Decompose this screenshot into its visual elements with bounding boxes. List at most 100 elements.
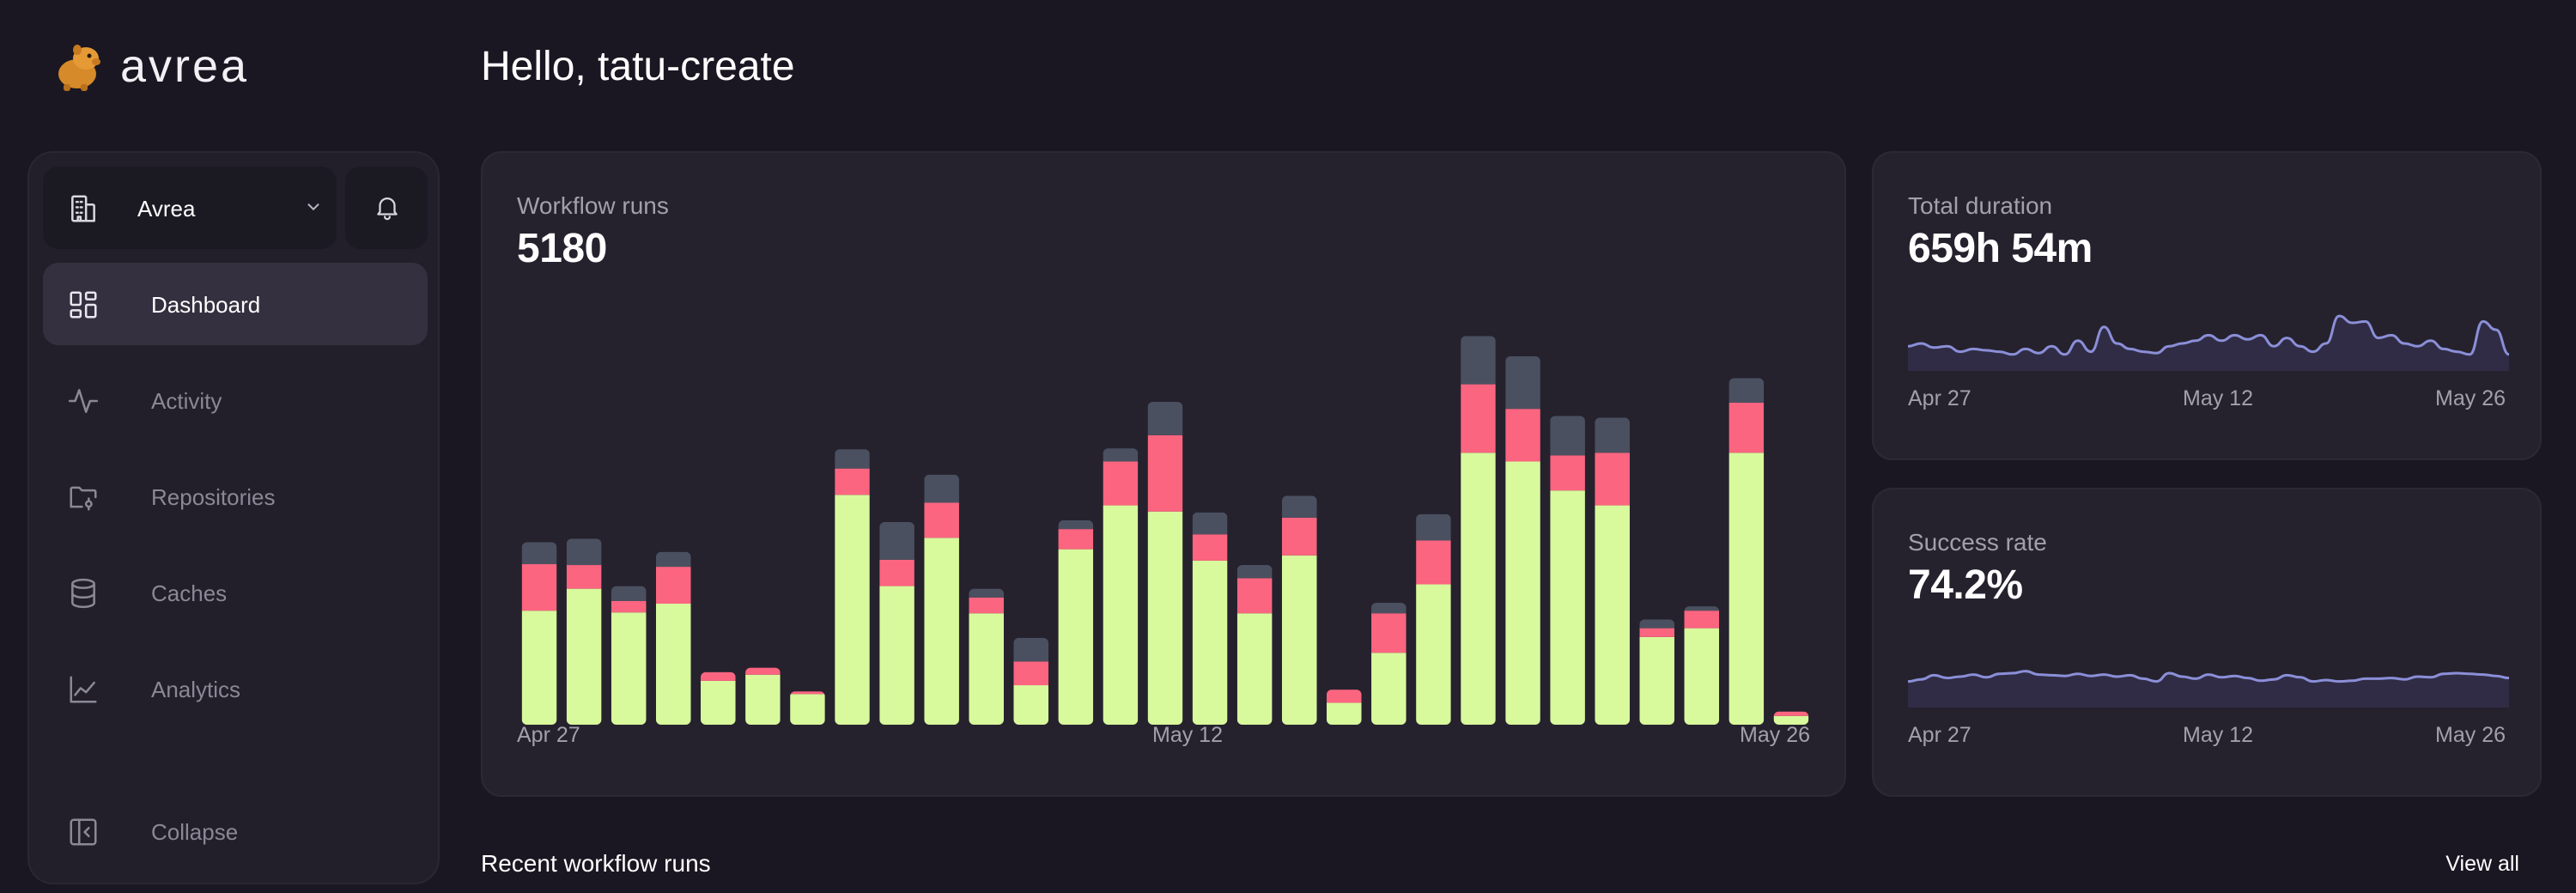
organization-name: Avrea bbox=[137, 196, 196, 222]
bar[interactable] bbox=[1416, 513, 1451, 725]
bar[interactable] bbox=[745, 667, 781, 725]
bar[interactable] bbox=[1550, 416, 1585, 725]
success-segment bbox=[655, 604, 691, 725]
bar[interactable] bbox=[835, 449, 870, 725]
cancelled-segment bbox=[1192, 512, 1228, 535]
repositories-icon bbox=[70, 486, 97, 511]
failure-segment bbox=[1103, 461, 1139, 506]
failure-segment bbox=[1236, 578, 1273, 614]
success-segment bbox=[969, 613, 1005, 725]
sidebar-item-activity[interactable]: Activity bbox=[43, 359, 428, 441]
success-segment bbox=[1728, 453, 1765, 725]
workflow-runs-card: Workflow runs 5180 Apr 27 May 12 May 26 bbox=[481, 151, 1846, 797]
bar[interactable] bbox=[969, 588, 1005, 725]
cancelled-segment bbox=[835, 449, 870, 469]
bar[interactable] bbox=[1236, 565, 1273, 725]
dashboard-icon bbox=[70, 291, 97, 319]
sidebar-item-repositories[interactable]: Repositories bbox=[43, 455, 428, 538]
success-segment bbox=[835, 495, 870, 725]
cancelled-segment bbox=[655, 551, 691, 568]
failure-segment bbox=[1326, 689, 1362, 703]
success-segment bbox=[1147, 511, 1183, 725]
success-segment bbox=[1550, 490, 1585, 725]
success-segment bbox=[790, 694, 825, 725]
x-axis-label: May 26 bbox=[1740, 723, 1810, 747]
card-title: Total duration bbox=[1908, 192, 2053, 219]
success-segment bbox=[1103, 505, 1139, 725]
failure-segment bbox=[521, 564, 557, 611]
failure-segment bbox=[924, 502, 959, 538]
bar[interactable] bbox=[879, 521, 914, 725]
bar[interactable] bbox=[1371, 602, 1406, 725]
sidebar-item-label: Activity bbox=[151, 388, 222, 414]
cancelled-segment bbox=[1595, 417, 1630, 453]
bar[interactable] bbox=[790, 691, 825, 725]
failure-segment bbox=[1371, 613, 1406, 653]
cancelled-segment bbox=[879, 521, 914, 560]
x-axis-label: Apr 27 bbox=[1908, 723, 1971, 747]
bar[interactable] bbox=[1639, 619, 1675, 725]
total-duration-value: 659h 54m bbox=[1908, 226, 2093, 271]
cancelled-segment bbox=[924, 474, 959, 503]
collapse-sidebar-icon bbox=[70, 818, 97, 846]
success-segment bbox=[701, 680, 736, 725]
success-segment bbox=[1639, 636, 1675, 725]
success-segment bbox=[521, 611, 557, 725]
view-all-link[interactable]: View all bbox=[2445, 852, 2519, 877]
failure-segment bbox=[969, 597, 1005, 614]
success-rate-value: 74.2% bbox=[1908, 562, 2023, 608]
chevron-down-icon bbox=[307, 204, 319, 211]
cancelled-segment bbox=[1103, 448, 1139, 462]
failure-segment bbox=[1773, 711, 1809, 716]
success-rate-sparkline bbox=[1908, 670, 2509, 708]
collapse-button[interactable]: Collapse bbox=[43, 790, 428, 872]
sidebar-item-dashboard[interactable]: Dashboard bbox=[43, 263, 428, 345]
sidebar-item-label: Dashboard bbox=[151, 292, 261, 318]
notifications-button[interactable] bbox=[345, 167, 428, 249]
x-axis-label: May 26 bbox=[2435, 386, 2506, 410]
failure-segment bbox=[655, 567, 691, 604]
bar[interactable] bbox=[1595, 417, 1630, 725]
bar[interactable] bbox=[611, 586, 647, 725]
card-title: Workflow runs bbox=[517, 192, 669, 219]
success-segment bbox=[1371, 653, 1406, 725]
cancelled-segment bbox=[1461, 336, 1496, 385]
recent-workflow-runs-title: Recent workflow runs bbox=[481, 850, 711, 877]
sidebar-item-label: Repositories bbox=[151, 484, 276, 510]
bar[interactable] bbox=[1281, 495, 1317, 725]
bar[interactable] bbox=[1728, 378, 1765, 725]
success-segment bbox=[1013, 685, 1049, 725]
bar[interactable] bbox=[655, 551, 691, 725]
app-logo[interactable]: avrea bbox=[52, 38, 249, 94]
sidebar: Avrea Dashboard Activity Repositories Ca… bbox=[27, 151, 440, 884]
capybara-logo-icon bbox=[58, 45, 100, 91]
cancelled-segment bbox=[1416, 513, 1451, 541]
bar[interactable] bbox=[521, 542, 557, 725]
cancelled-segment bbox=[1236, 565, 1273, 579]
cancelled-segment bbox=[1639, 619, 1675, 629]
sidebar-item-analytics[interactable]: Analytics bbox=[43, 647, 428, 730]
failure-segment bbox=[1281, 517, 1317, 556]
success-segment bbox=[879, 586, 914, 725]
activity-icon bbox=[68, 389, 99, 413]
bar[interactable] bbox=[1058, 519, 1094, 725]
bar[interactable] bbox=[1505, 355, 1540, 725]
bar[interactable] bbox=[1103, 448, 1139, 725]
bar[interactable] bbox=[1192, 512, 1228, 725]
sidebar-item-caches[interactable]: Caches bbox=[43, 551, 428, 634]
bar[interactable] bbox=[1013, 637, 1049, 725]
bar[interactable] bbox=[701, 671, 736, 725]
bar[interactable] bbox=[1684, 606, 1720, 725]
success-segment bbox=[1505, 461, 1540, 725]
organization-select[interactable]: Avrea bbox=[43, 167, 337, 249]
success-rate-card: Success rate 74.2% Apr 27 May 12 May 26 bbox=[1872, 488, 2542, 797]
bar[interactable] bbox=[566, 538, 602, 725]
bar[interactable] bbox=[1147, 402, 1183, 725]
success-segment bbox=[745, 674, 781, 725]
failure-segment bbox=[1192, 534, 1228, 561]
x-axis-label: May 12 bbox=[1152, 723, 1223, 747]
page-title: Hello, tatu-create bbox=[481, 44, 795, 89]
bar[interactable] bbox=[1461, 336, 1496, 725]
bar[interactable] bbox=[924, 474, 959, 725]
bar[interactable] bbox=[1326, 689, 1362, 725]
